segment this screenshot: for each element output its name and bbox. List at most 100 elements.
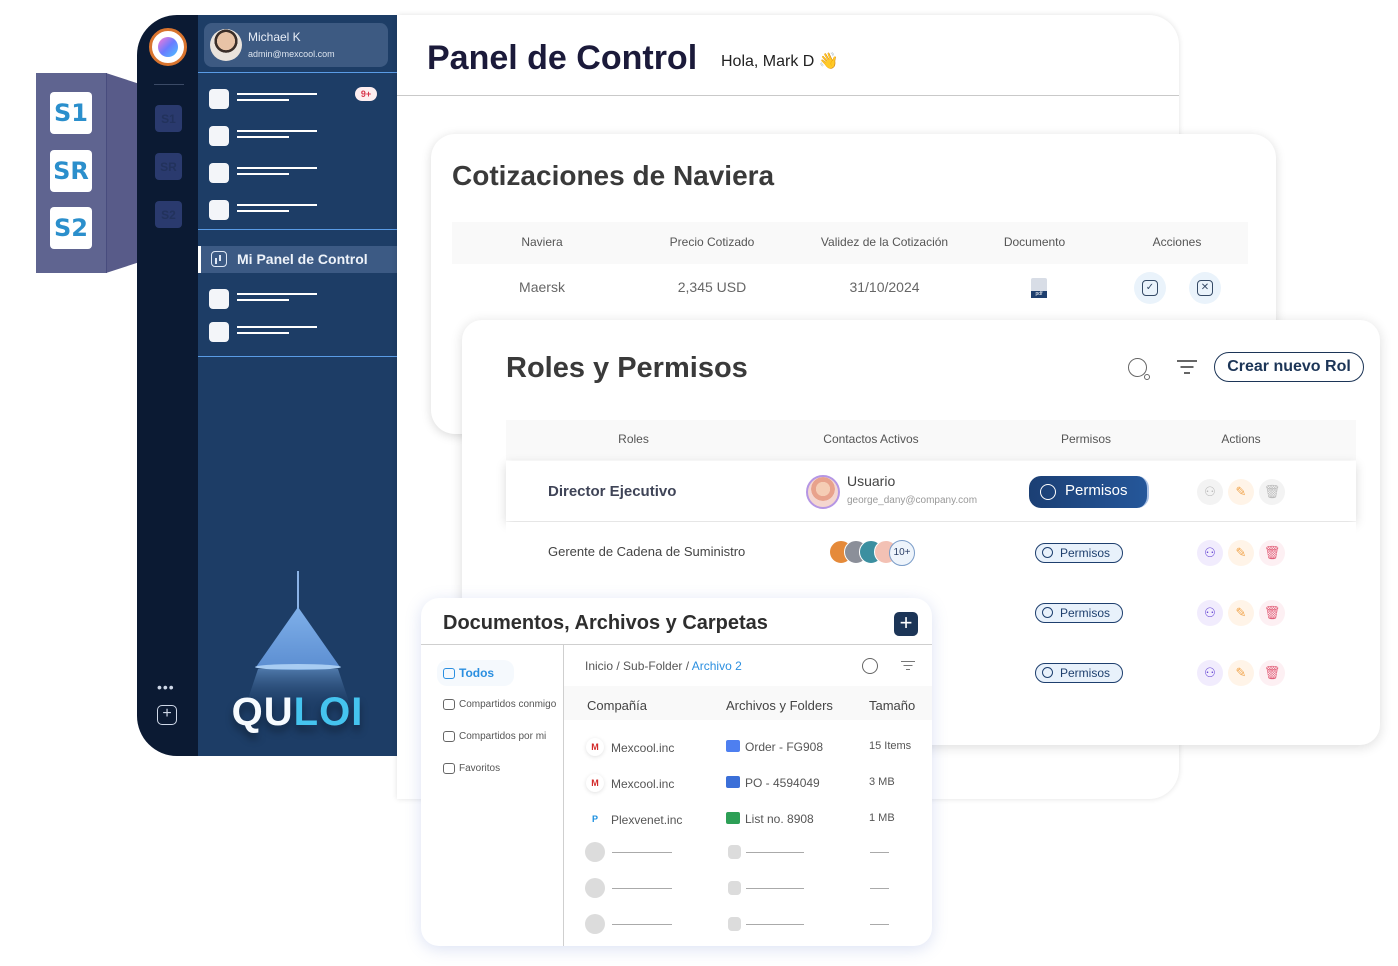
column-header: Actions [1221, 432, 1261, 446]
more-contacts-badge: 10+ [889, 540, 915, 566]
rail-item-sr[interactable]: SR [155, 153, 182, 180]
table-row[interactable]: Director Ejecutivo Usuario george_dany@c… [506, 461, 1356, 521]
permissions-button[interactable]: Permisos [1029, 476, 1149, 508]
placeholder-row [564, 842, 932, 862]
add-document-button[interactable]: + [894, 612, 918, 636]
delete-icon[interactable]: 🗑 [1259, 600, 1285, 626]
table-row[interactable]: M Mexcool.inc PO - 4594049 3 MB [564, 770, 932, 800]
sidebar-item-placeholder[interactable] [209, 200, 359, 220]
docs-nav-todos[interactable]: Todos [437, 660, 515, 686]
carrier: Maersk [519, 279, 565, 295]
permissions-button[interactable]: Permisos [1035, 603, 1123, 623]
file-name: List no. 8908 [745, 812, 814, 826]
icon-rail: S1 SR S2 ••• + [137, 15, 199, 756]
permissions-button[interactable]: Permisos [1035, 663, 1123, 683]
sidebar-item-placeholder[interactable] [209, 163, 359, 183]
folder-icon [443, 667, 455, 679]
key-icon [1040, 484, 1056, 500]
greeting: Hola, Mark D 👋 [721, 53, 839, 70]
approve-button[interactable]: ✓ [1134, 272, 1166, 304]
table-row[interactable]: M Mexcool.inc Order - FG908 15 Items [564, 734, 932, 764]
company-logo: M [586, 774, 604, 792]
column-header: Permisos [1060, 432, 1111, 446]
sidebar-item-mi-panel[interactable]: Mi Panel de Control [198, 246, 397, 273]
docs-nav-shared-by-me[interactable]: Compartidos por mi [443, 731, 546, 742]
breadcrumb: Inicio / Sub-Folder / Archivo 2 [585, 659, 742, 673]
column-header: Validez de la Cotización [820, 235, 949, 249]
sidebar-item-label: Mi Panel de Control [237, 251, 368, 267]
pdf-icon[interactable] [1031, 278, 1047, 298]
sidebar-item-placeholder[interactable] [209, 89, 359, 109]
sidebar-divider [198, 356, 397, 357]
rail-item-s2[interactable]: S2 [155, 201, 182, 228]
add-icon[interactable]: + [157, 705, 177, 725]
create-role-button[interactable]: Crear nuevo Rol [1214, 352, 1364, 382]
docs-nav-favorites[interactable]: Favoritos [443, 763, 500, 774]
app-logo[interactable] [149, 28, 187, 66]
placeholder-row [564, 878, 932, 898]
search-icon[interactable] [862, 658, 878, 674]
breadcrumb-home[interactable]: Inicio [585, 659, 613, 673]
column-header: Tamaño [869, 698, 916, 713]
breadcrumb-sub[interactable]: Sub-Folder [623, 659, 682, 673]
divider [421, 644, 932, 645]
role-name: Director Ejecutivo [548, 483, 677, 500]
column-header: Precio Cotizado [669, 235, 755, 249]
roles-title: Roles y Permisos [506, 352, 748, 384]
rail-item-s1[interactable]: S1 [155, 105, 182, 132]
user-card[interactable]: Michael K admin@mexcool.com [204, 23, 388, 67]
filter-icon[interactable] [901, 661, 915, 671]
column-header: Roles [618, 432, 649, 446]
assign-user-icon[interactable]: ⚇ [1197, 600, 1223, 626]
company: Plexvenet.inc [611, 813, 683, 827]
sidebar-item-placeholder[interactable] [209, 289, 359, 309]
table-row[interactable]: Gerente de Cadena de Suministro 10+ Perm… [506, 522, 1356, 582]
column-header: Naviera [521, 235, 563, 249]
sidebar-item-placeholder[interactable] [209, 126, 359, 146]
delete-icon[interactable]: 🗑 [1259, 660, 1285, 686]
word-file-icon [726, 776, 740, 788]
section-badge-sr[interactable]: SR [50, 150, 92, 192]
more-icon[interactable]: ••• [157, 679, 175, 695]
delete-icon[interactable]: 🗑 [1259, 479, 1285, 505]
section-badge-s1[interactable]: S1 [50, 92, 92, 134]
favorite-folder-icon [443, 763, 455, 774]
edit-icon[interactable]: ✎ [1228, 479, 1254, 505]
company: Mexcool.inc [611, 741, 675, 755]
docs-nav-shared-with-me[interactable]: Compartidos conmigo [443, 699, 556, 710]
search-icon[interactable] [1128, 358, 1150, 380]
assign-user-icon[interactable]: ⚇ [1197, 540, 1223, 566]
inbox-icon [443, 699, 455, 710]
edit-icon[interactable]: ✎ [1228, 540, 1254, 566]
header-divider [397, 95, 1179, 96]
contact-email: george_dany@company.com [847, 495, 978, 506]
section-badge-s2[interactable]: S2 [50, 207, 92, 249]
user-avatar [210, 29, 242, 61]
user-email: admin@mexcool.com [248, 49, 335, 59]
permissions-button[interactable]: Permisos [1035, 543, 1123, 563]
delete-icon[interactable]: 🗑 [1259, 540, 1285, 566]
assign-user-icon[interactable]: ⚇ [1197, 660, 1223, 686]
contact-avatar [806, 475, 840, 509]
validity: 31/10/2024 [849, 279, 920, 295]
company-logo: M [586, 738, 604, 756]
filter-icon[interactable] [1177, 360, 1197, 374]
chart-icon [211, 251, 227, 267]
role-name: Gerente de Cadena de Suministro [548, 544, 746, 559]
reject-button[interactable]: ✕ [1189, 272, 1221, 304]
contact-name: Usuario [847, 473, 896, 489]
assign-user-icon[interactable]: ⚇ [1197, 479, 1223, 505]
table-row[interactable]: P Plexvenet.inc List no. 8908 1 MB [564, 806, 932, 836]
edit-icon[interactable]: ✎ [1228, 660, 1254, 686]
breadcrumb-current: Archivo 2 [691, 659, 742, 673]
sidebar-divider [198, 72, 397, 73]
key-icon [1042, 547, 1053, 558]
column-header: Compañía [587, 698, 647, 713]
file-size: 3 MB [869, 776, 895, 788]
column-header: Contactos Activos [823, 432, 919, 446]
sidebar-item-placeholder[interactable] [209, 322, 359, 342]
folder-icon [726, 740, 740, 752]
edit-icon[interactable]: ✎ [1228, 600, 1254, 626]
key-icon [1042, 607, 1053, 618]
notification-badge: 9+ [355, 87, 377, 101]
